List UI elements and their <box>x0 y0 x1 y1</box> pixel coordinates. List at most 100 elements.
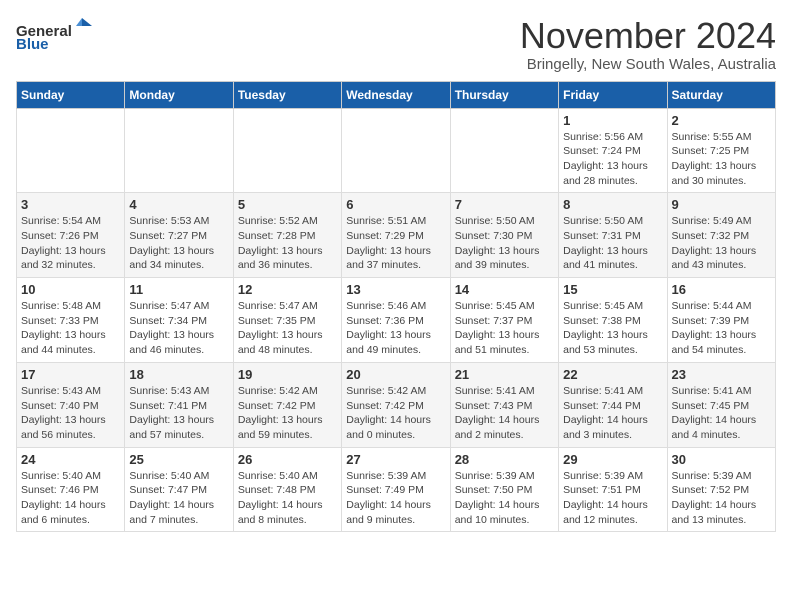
calendar-cell: 28 Sunrise: 5:39 AM Sunset: 7:50 PM Dayli… <box>450 447 558 532</box>
title-area: November 2024 Bringelly, New South Wales… <box>520 16 776 73</box>
day-detail: Sunrise: 5:40 AM Sunset: 7:46 PM Dayligh… <box>21 469 120 528</box>
day-number: 12 <box>238 282 337 297</box>
calendar-cell: 21 Sunrise: 5:41 AM Sunset: 7:43 PM Dayli… <box>450 362 558 447</box>
day-detail: Sunrise: 5:41 AM Sunset: 7:43 PM Dayligh… <box>455 384 554 443</box>
calendar-cell <box>450 108 558 193</box>
day-detail: Sunrise: 5:47 AM Sunset: 7:34 PM Dayligh… <box>129 299 228 358</box>
calendar-cell: 10 Sunrise: 5:48 AM Sunset: 7:33 PM Dayli… <box>17 278 125 363</box>
day-number: 18 <box>129 367 228 382</box>
calendar-cell: 8 Sunrise: 5:50 AM Sunset: 7:31 PM Daylig… <box>559 193 667 278</box>
day-number: 22 <box>563 367 662 382</box>
day-detail: Sunrise: 5:39 AM Sunset: 7:52 PM Dayligh… <box>672 469 771 528</box>
calendar-week-row: 24Sunrise: 5:40 AM Sunset: 7:46 PM Dayli… <box>17 447 776 532</box>
day-detail: Sunrise: 5:42 AM Sunset: 7:42 PM Dayligh… <box>238 384 337 443</box>
day-detail: Sunrise: 5:45 AM Sunset: 7:38 PM Dayligh… <box>563 299 662 358</box>
calendar-cell: 30 Sunrise: 5:39 AM Sunset: 7:52 PM Dayli… <box>667 447 775 532</box>
day-number: 5 <box>238 197 337 212</box>
calendar-cell: 1 Sunrise: 5:56 AM Sunset: 7:24 PM Daylig… <box>559 108 667 193</box>
day-detail: Sunrise: 5:41 AM Sunset: 7:45 PM Dayligh… <box>672 384 771 443</box>
calendar-cell: 9 Sunrise: 5:49 AM Sunset: 7:32 PM Daylig… <box>667 193 775 278</box>
day-number: 3 <box>21 197 120 212</box>
day-detail: Sunrise: 5:43 AM Sunset: 7:41 PM Dayligh… <box>129 384 228 443</box>
calendar-cell: 19 Sunrise: 5:42 AM Sunset: 7:42 PM Dayli… <box>233 362 341 447</box>
logo-bird-icon <box>72 16 92 36</box>
day-number: 15 <box>563 282 662 297</box>
calendar-cell: 24Sunrise: 5:40 AM Sunset: 7:46 PM Dayli… <box>17 447 125 532</box>
day-detail: Sunrise: 5:55 AM Sunset: 7:25 PM Dayligh… <box>672 130 771 189</box>
day-detail: Sunrise: 5:44 AM Sunset: 7:39 PM Dayligh… <box>672 299 771 358</box>
day-detail: Sunrise: 5:39 AM Sunset: 7:51 PM Dayligh… <box>563 469 662 528</box>
calendar-cell <box>233 108 341 193</box>
day-number: 21 <box>455 367 554 382</box>
day-number: 13 <box>346 282 445 297</box>
day-detail: Sunrise: 5:40 AM Sunset: 7:47 PM Dayligh… <box>129 469 228 528</box>
calendar-cell <box>125 108 233 193</box>
day-number: 16 <box>672 282 771 297</box>
subtitle: Bringelly, New South Wales, Australia <box>520 56 776 73</box>
day-number: 27 <box>346 452 445 467</box>
day-detail: Sunrise: 5:50 AM Sunset: 7:31 PM Dayligh… <box>563 214 662 273</box>
calendar-week-row: 17 Sunrise: 5:43 AM Sunset: 7:40 PM Dayli… <box>17 362 776 447</box>
day-detail: Sunrise: 5:51 AM Sunset: 7:29 PM Dayligh… <box>346 214 445 273</box>
header-cell-thursday: Thursday <box>450 81 558 108</box>
day-detail: Sunrise: 5:43 AM Sunset: 7:40 PM Dayligh… <box>21 384 120 443</box>
day-number: 10 <box>21 282 120 297</box>
calendar-cell: 22 Sunrise: 5:41 AM Sunset: 7:44 PM Dayli… <box>559 362 667 447</box>
day-number: 28 <box>455 452 554 467</box>
day-number: 9 <box>672 197 771 212</box>
calendar-week-row: 1 Sunrise: 5:56 AM Sunset: 7:24 PM Daylig… <box>17 108 776 193</box>
day-detail: Sunrise: 5:39 AM Sunset: 7:49 PM Dayligh… <box>346 469 445 528</box>
calendar-cell: 15 Sunrise: 5:45 AM Sunset: 7:38 PM Dayli… <box>559 278 667 363</box>
day-detail: Sunrise: 5:48 AM Sunset: 7:33 PM Dayligh… <box>21 299 120 358</box>
month-title: November 2024 <box>520 16 776 56</box>
calendar-cell: 3 Sunrise: 5:54 AM Sunset: 7:26 PM Daylig… <box>17 193 125 278</box>
header-cell-monday: Monday <box>125 81 233 108</box>
day-number: 29 <box>563 452 662 467</box>
calendar-cell: 17 Sunrise: 5:43 AM Sunset: 7:40 PM Dayli… <box>17 362 125 447</box>
day-detail: Sunrise: 5:50 AM Sunset: 7:30 PM Dayligh… <box>455 214 554 273</box>
day-detail: Sunrise: 5:49 AM Sunset: 7:32 PM Dayligh… <box>672 214 771 273</box>
calendar-cell: 26Sunrise: 5:40 AM Sunset: 7:48 PM Dayli… <box>233 447 341 532</box>
calendar-cell: 16 Sunrise: 5:44 AM Sunset: 7:39 PM Dayli… <box>667 278 775 363</box>
day-number: 8 <box>563 197 662 212</box>
calendar-cell: 4 Sunrise: 5:53 AM Sunset: 7:27 PM Daylig… <box>125 193 233 278</box>
day-number: 2 <box>672 113 771 128</box>
day-detail: Sunrise: 5:54 AM Sunset: 7:26 PM Dayligh… <box>21 214 120 273</box>
day-number: 20 <box>346 367 445 382</box>
calendar-week-row: 10 Sunrise: 5:48 AM Sunset: 7:33 PM Dayli… <box>17 278 776 363</box>
day-detail: Sunrise: 5:41 AM Sunset: 7:44 PM Dayligh… <box>563 384 662 443</box>
calendar-cell <box>17 108 125 193</box>
calendar-cell: 12 Sunrise: 5:47 AM Sunset: 7:35 PM Dayli… <box>233 278 341 363</box>
day-number: 26 <box>238 452 337 467</box>
calendar-cell: 13 Sunrise: 5:46 AM Sunset: 7:36 PM Dayli… <box>342 278 450 363</box>
day-detail: Sunrise: 5:56 AM Sunset: 7:24 PM Dayligh… <box>563 130 662 189</box>
day-detail: Sunrise: 5:42 AM Sunset: 7:42 PM Dayligh… <box>346 384 445 443</box>
calendar-cell: 25 Sunrise: 5:40 AM Sunset: 7:47 PM Dayli… <box>125 447 233 532</box>
calendar-week-row: 3 Sunrise: 5:54 AM Sunset: 7:26 PM Daylig… <box>17 193 776 278</box>
day-number: 11 <box>129 282 228 297</box>
header-cell-tuesday: Tuesday <box>233 81 341 108</box>
day-detail: Sunrise: 5:52 AM Sunset: 7:28 PM Dayligh… <box>238 214 337 273</box>
header-cell-friday: Friday <box>559 81 667 108</box>
calendar-cell: 29 Sunrise: 5:39 AM Sunset: 7:51 PM Dayli… <box>559 447 667 532</box>
day-detail: Sunrise: 5:39 AM Sunset: 7:50 PM Dayligh… <box>455 469 554 528</box>
day-number: 1 <box>563 113 662 128</box>
day-number: 30 <box>672 452 771 467</box>
calendar-table: SundayMondayTuesdayWednesdayThursdayFrid… <box>16 81 776 533</box>
calendar-cell: 18 Sunrise: 5:43 AM Sunset: 7:41 PM Dayli… <box>125 362 233 447</box>
day-detail: Sunrise: 5:53 AM Sunset: 7:27 PM Dayligh… <box>129 214 228 273</box>
day-detail: Sunrise: 5:46 AM Sunset: 7:36 PM Dayligh… <box>346 299 445 358</box>
calendar-cell: 27 Sunrise: 5:39 AM Sunset: 7:49 PM Dayli… <box>342 447 450 532</box>
calendar-cell: 2 Sunrise: 5:55 AM Sunset: 7:25 PM Daylig… <box>667 108 775 193</box>
day-number: 25 <box>129 452 228 467</box>
day-number: 17 <box>21 367 120 382</box>
day-detail: Sunrise: 5:47 AM Sunset: 7:35 PM Dayligh… <box>238 299 337 358</box>
calendar-cell: 20 Sunrise: 5:42 AM Sunset: 7:42 PM Dayli… <box>342 362 450 447</box>
day-number: 7 <box>455 197 554 212</box>
day-number: 4 <box>129 197 228 212</box>
calendar-cell <box>342 108 450 193</box>
day-number: 14 <box>455 282 554 297</box>
day-number: 6 <box>346 197 445 212</box>
day-number: 19 <box>238 367 337 382</box>
calendar-cell: 7 Sunrise: 5:50 AM Sunset: 7:30 PM Daylig… <box>450 193 558 278</box>
